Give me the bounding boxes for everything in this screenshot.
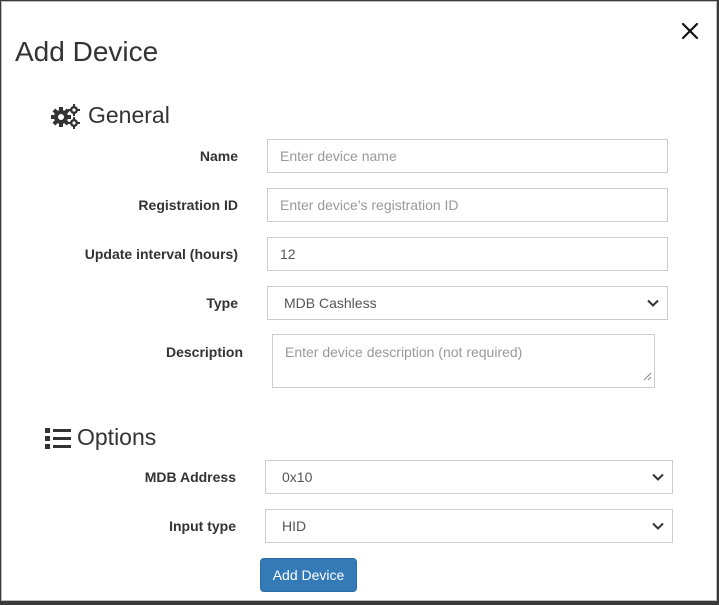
general-section-heading: General [50,102,170,129]
name-label: Name [199,148,238,164]
add-device-modal: Add Device General Name Enter device nam… [1,1,717,601]
name-input[interactable]: Enter device name [267,139,668,173]
options-heading-text: Options [77,424,157,450]
close-icon [681,22,699,40]
options-section-heading: Options [45,424,156,451]
chevron-down-icon [652,473,664,481]
close-button[interactable] [676,17,704,45]
modal-title: Add Device [15,36,159,67]
chevron-down-icon [652,522,664,530]
type-selected-value: MDB Cashless [284,295,377,311]
mdb-address-selected-value: 0x10 [282,469,313,485]
input-type-label: Input type [169,518,236,534]
description-placeholder: Enter device description (not required) [285,344,523,360]
type-select[interactable]: MDB Cashless [267,286,668,320]
list-icon [45,427,71,449]
mdb-address-select[interactable]: 0x10 [265,460,673,494]
input-type-selected-value: HID [282,518,307,534]
mdb-address-label: MDB Address [144,469,236,485]
registration-id-label: Registration ID [138,197,238,213]
resize-grip-icon[interactable] [643,367,652,385]
description-label: Description [165,344,243,360]
chevron-down-icon [647,299,659,307]
type-label: Type [206,295,238,311]
add-device-button[interactable]: Add Device [260,558,357,592]
update-interval-input[interactable]: 12 [267,237,668,271]
input-type-select[interactable]: HID [265,509,673,543]
description-textarea[interactable]: Enter device description (not required) [272,334,655,388]
update-interval-label: Update interval (hours) [84,246,238,262]
gears-icon [50,103,82,129]
general-heading-text: General [88,102,170,128]
registration-id-input[interactable]: Enter device's registration ID [267,188,668,222]
